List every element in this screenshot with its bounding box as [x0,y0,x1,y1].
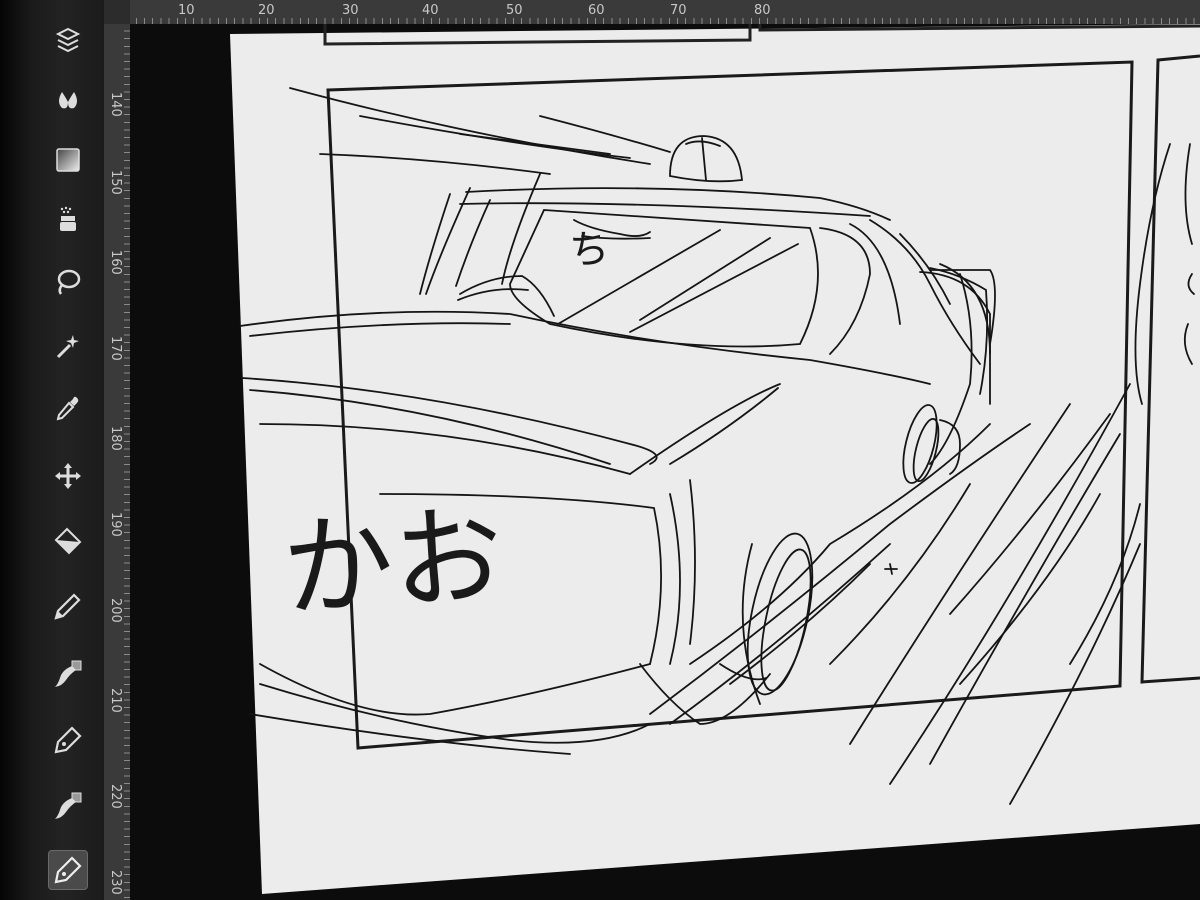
ruler-label: 80 [754,3,771,18]
ruler-label: 40 [422,3,439,18]
ruler-label: 160 [108,250,123,275]
ruler-label: 70 [670,3,687,18]
tool-move[interactable] [48,456,88,496]
tool-gradient[interactable] [48,140,88,180]
ruler-label: 200 [108,598,123,623]
tool-brush-b[interactable] [48,786,88,826]
ruler-label: 180 [108,426,123,451]
eyedropper-icon [56,396,79,421]
ruler-label: 170 [108,336,123,361]
tool-blend[interactable] [48,80,88,120]
pen-nib-icon [54,856,82,884]
ruler-label: 60 [588,3,605,18]
drawing-canvas[interactable]: かお ち [130,24,1200,900]
vertical-ruler: 140 150 160 170 180 190 200 210 220 230 [104,24,130,900]
ruler-corner [104,0,130,24]
tool-eyedropper[interactable] [48,388,88,428]
ruler-label: 10 [178,3,195,18]
airbrush-icon [60,206,76,231]
ruler-label: 50 [506,3,523,18]
layer-stack-icon [55,27,81,53]
canvas-area[interactable]: かお ち [130,24,1200,900]
paint-bucket-icon [54,527,82,555]
tool-magic-wand[interactable] [48,326,88,366]
ruler-label: 20 [258,3,275,18]
tool-pen[interactable] [48,720,88,760]
tool-pen-active[interactable] [48,850,88,890]
sketch-sign-text: ち [568,226,610,274]
pencil-icon [54,593,81,620]
ruler-label: 230 [108,870,123,895]
tool-palette [0,0,104,900]
horizontal-ruler: 10 20 30 40 50 60 70 80 [104,0,1200,24]
ruler-label: 140 [108,92,123,117]
brush-icon [55,660,82,687]
magic-wand-icon [56,335,79,359]
gradient-icon [56,148,80,172]
ruler-label: 190 [108,512,123,537]
brush-icon [55,792,82,819]
tool-brush-a[interactable] [48,654,88,694]
ruler-label: 210 [108,688,123,713]
ruler-label: 220 [108,784,123,809]
lasso-icon [57,269,81,295]
ruler-label: 30 [342,3,359,18]
tool-pencil[interactable] [48,586,88,626]
tool-layer-move[interactable] [48,20,88,60]
pen-nib-icon [54,726,82,754]
move-arrows-icon [55,463,81,489]
sketch-sound-effect: かお [279,491,507,634]
tool-fill[interactable] [48,520,88,560]
tool-lasso[interactable] [48,262,88,302]
drop-blend-icon [59,92,77,109]
paper-sheet [230,24,1200,894]
tool-airbrush[interactable] [48,200,88,240]
ruler-label: 150 [108,170,123,195]
